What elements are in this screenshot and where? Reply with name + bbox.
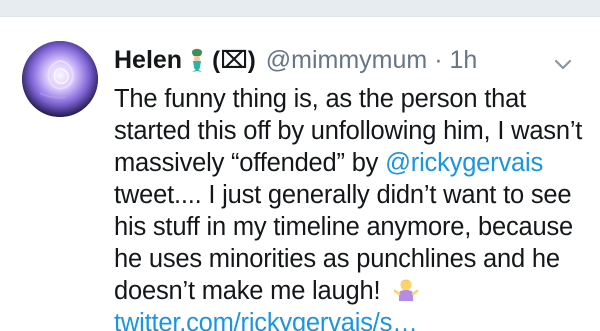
tweet-text: The funny thing is, as the person that s… (114, 83, 584, 331)
tweet-card[interactable]: Helen (⌧) @mimmymum · 1h The funny thing… (0, 16, 600, 331)
display-name[interactable]: Helen (114, 46, 182, 75)
tweet-text-line: his stuff in my timeline anymore, becaus… (114, 213, 574, 241)
user-handle[interactable]: @mimmymum (266, 46, 427, 75)
tweet-timestamp[interactable]: 1h (450, 46, 478, 75)
timeline-divider (0, 0, 600, 16)
tweet-url-link[interactable]: twitter.com/rickygervais/s… (114, 309, 418, 331)
person-shrugging-icon (393, 279, 419, 301)
tweet-text-line: tweet.... I just generally didn’t want t… (114, 181, 572, 209)
tweet-header: Helen (⌧) @mimmymum · 1h (114, 43, 477, 77)
tweet-text-line: doesn’t make me laugh! (114, 275, 584, 307)
tweet-text-line: twitter.com/rickygervais/s… (114, 307, 584, 331)
user-avatar[interactable] (22, 41, 98, 117)
name-flag-symbol: (⌧) (212, 46, 256, 74)
mermaid-icon (192, 48, 203, 72)
chevron-down-icon[interactable] (552, 53, 574, 75)
rose-icon (22, 41, 98, 117)
tweet-text-line: he uses minorities as punchlines and he (114, 245, 560, 273)
tweet-text-line: The funny thing is, as the person that (114, 85, 526, 113)
tweet-text-line: massively “offended” by @rickygervais (114, 149, 544, 177)
separator-dot: · (434, 45, 443, 74)
mention-link[interactable]: @rickygervais (385, 149, 543, 177)
tweet-text-line: started this off by unfollowing him, I w… (114, 117, 583, 145)
